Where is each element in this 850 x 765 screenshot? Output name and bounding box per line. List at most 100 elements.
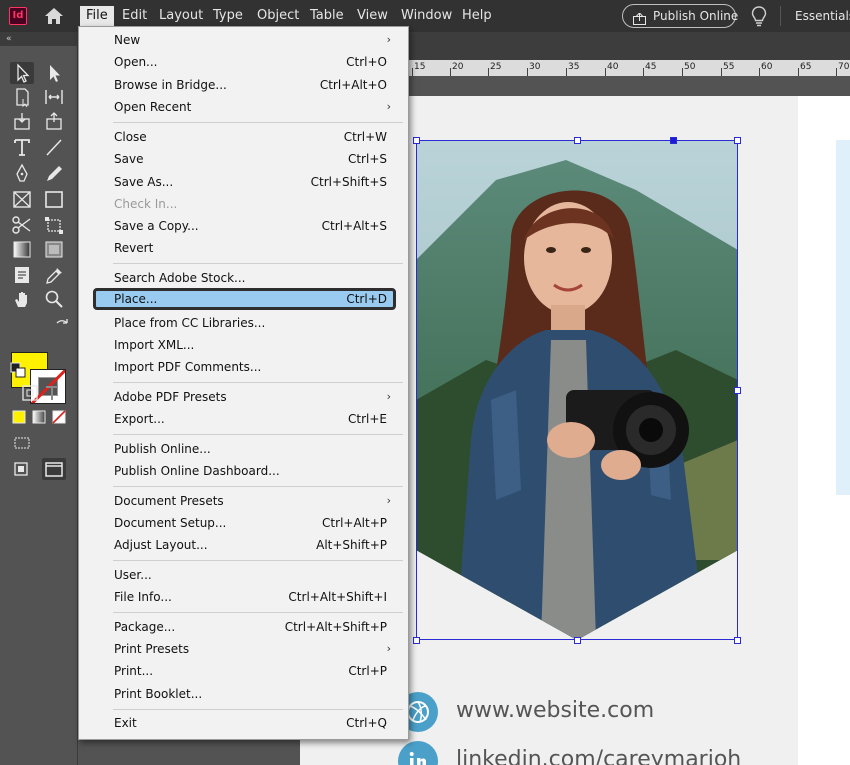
menu-object[interactable]: Object <box>251 6 305 26</box>
frame-selection[interactable] <box>416 140 738 640</box>
menu-item-place-from-cc-libraries[interactable]: Place from CC Libraries... <box>93 312 396 334</box>
content-placer-tool-icon[interactable] <box>42 110 66 132</box>
ruler-label: 55 <box>723 62 735 72</box>
menu-item-label: Search Adobe Stock... <box>114 271 246 285</box>
panel-collapse-icon[interactable]: « <box>0 32 78 46</box>
scissors-tool-icon[interactable] <box>10 214 34 236</box>
rectangle-tool-icon[interactable] <box>42 188 66 210</box>
resize-handle[interactable] <box>413 637 420 644</box>
ruler-label: 15 <box>414 62 426 72</box>
pen-tool-icon[interactable] <box>10 162 34 184</box>
screen-mode-icon[interactable] <box>10 432 34 454</box>
publish-online-button[interactable]: Publish Online <box>622 4 738 28</box>
ruler-tick <box>682 68 683 76</box>
menu-item-open-recent[interactable]: Open Recent › <box>93 96 396 118</box>
normal-view-icon[interactable] <box>10 458 34 480</box>
resize-handle[interactable] <box>574 137 581 144</box>
type-tool-icon[interactable] <box>10 136 34 158</box>
eyedropper-tool-icon[interactable] <box>42 264 66 286</box>
menu-item-new[interactable]: New › <box>93 29 396 51</box>
menu-type[interactable]: Type <box>207 6 249 26</box>
indesign-window: Id File Edit Layout Type Object Table Vi… <box>0 0 850 765</box>
menu-item-save[interactable]: Save Ctrl+S <box>93 148 396 170</box>
reference-point-handle[interactable] <box>670 137 677 144</box>
menu-item-document-presets[interactable]: Document Presets › <box>93 490 396 512</box>
page-tool-icon[interactable] <box>10 86 34 108</box>
menu-item-label: Close <box>114 130 147 144</box>
formatting-affects-text-icon[interactable] <box>40 382 64 404</box>
ruler-tick <box>798 68 799 76</box>
line-tool-icon[interactable] <box>42 136 66 158</box>
menu-help[interactable]: Help <box>456 6 498 26</box>
menu-item-label: Place... <box>114 292 158 306</box>
menu-item-label: Save As... <box>114 175 174 189</box>
submenu-arrow-icon: › <box>386 494 391 507</box>
direct-selection-tool-icon[interactable] <box>42 62 66 84</box>
content-collector-tool-icon[interactable] <box>10 110 34 132</box>
menu-item-publish-online[interactable]: Publish Online... <box>93 438 396 460</box>
gap-tool-icon[interactable] <box>42 86 66 108</box>
menu-item-package[interactable]: Package... Ctrl+Alt+Shift+P <box>93 616 396 638</box>
home-icon[interactable] <box>44 7 64 25</box>
resize-handle[interactable] <box>734 637 741 644</box>
menu-item-open[interactable]: Open... Ctrl+O <box>93 51 396 73</box>
menu-item-file-info[interactable]: File Info... Ctrl+Alt+Shift+I <box>93 586 396 608</box>
menu-item-publish-online-dashboard[interactable]: Publish Online Dashboard... <box>93 460 396 482</box>
horizontal-ruler[interactable]: 15 20 25 30 35 40 45 50 55 60 65 70 <box>408 32 850 76</box>
menu-item-exit[interactable]: Exit Ctrl+Q <box>93 712 396 734</box>
resize-handle[interactable] <box>734 137 741 144</box>
ruler-tick <box>412 68 413 76</box>
menu-table[interactable]: Table <box>304 6 350 26</box>
menu-separator <box>113 612 403 613</box>
preview-mode-icon[interactable] <box>42 458 66 480</box>
hand-tool-icon[interactable] <box>10 288 34 310</box>
website-text: www.website.com <box>456 698 655 723</box>
menu-item-browse-in-bridge[interactable]: Browse in Bridge... Ctrl+Alt+O <box>93 74 396 96</box>
menu-item-import-xml[interactable]: Import XML... <box>93 334 396 356</box>
publish-icon <box>633 10 646 25</box>
menu-item-export[interactable]: Export... Ctrl+E <box>93 408 396 430</box>
menu-file[interactable]: File <box>80 6 114 26</box>
menu-layout[interactable]: Layout <box>153 6 209 26</box>
menu-item-adjust-layout[interactable]: Adjust Layout... Alt+Shift+P <box>93 534 396 556</box>
swap-fill-stroke-icon[interactable] <box>54 318 70 334</box>
free-transform-tool-icon[interactable] <box>42 214 66 236</box>
gradient-swatch-tool-icon[interactable] <box>10 238 34 260</box>
menu-item-adobe-pdf-presets[interactable]: Adobe PDF Presets › <box>93 386 396 408</box>
menu-item-save-as[interactable]: Save As... Ctrl+Shift+S <box>93 171 396 193</box>
menu-item-label: Open... <box>114 55 158 69</box>
pencil-tool-icon[interactable] <box>42 162 66 184</box>
menu-item-print-booklet[interactable]: Print Booklet... <box>93 683 396 705</box>
menu-item-revert[interactable]: Revert <box>93 237 396 259</box>
menu-item-save-a-copy[interactable]: Save a Copy... Ctrl+Alt+S <box>93 215 396 237</box>
note-tool-icon[interactable] <box>10 264 34 286</box>
menu-item-check-in: Check In... <box>93 193 396 215</box>
menu-item-shortcut: Ctrl+W <box>343 130 387 144</box>
rectangle-frame-tool-icon[interactable] <box>10 188 34 210</box>
menu-item-import-pdf-comments[interactable]: Import PDF Comments... <box>93 356 396 378</box>
workspace-switcher[interactable]: Essentials <box>795 6 850 26</box>
resize-handle[interactable] <box>734 387 741 394</box>
menu-item-search-adobe-stock[interactable]: Search Adobe Stock... <box>93 267 396 289</box>
apply-none-icon[interactable] <box>48 406 72 428</box>
menu-window[interactable]: Window <box>395 6 458 26</box>
menu-item-print-presets[interactable]: Print Presets › <box>93 638 396 660</box>
menu-item-print[interactable]: Print... Ctrl+P <box>93 660 396 682</box>
default-fill-stroke-icon[interactable] <box>10 362 26 378</box>
menu-item-place[interactable]: Place... Ctrl+D <box>93 288 396 310</box>
zoom-tool-icon[interactable] <box>42 288 66 310</box>
menu-view[interactable]: View <box>351 6 394 26</box>
resize-handle[interactable] <box>574 637 581 644</box>
formatting-affects-container-icon[interactable] <box>18 382 42 404</box>
gradient-feather-tool-icon[interactable] <box>42 238 66 260</box>
selection-tool-icon[interactable] <box>10 62 34 84</box>
ruler-scale: 15 20 25 30 35 40 45 50 55 60 65 70 <box>408 60 850 76</box>
menubar-divider <box>780 6 781 26</box>
accent-shape[interactable] <box>836 140 850 495</box>
menu-item-close[interactable]: Close Ctrl+W <box>93 126 396 148</box>
menu-item-user[interactable]: User... <box>93 564 396 586</box>
menu-item-document-setup[interactable]: Document Setup... Ctrl+Alt+P <box>93 512 396 534</box>
menu-edit[interactable]: Edit <box>116 6 153 26</box>
resize-handle[interactable] <box>413 137 420 144</box>
lightbulb-icon[interactable] <box>750 5 768 27</box>
